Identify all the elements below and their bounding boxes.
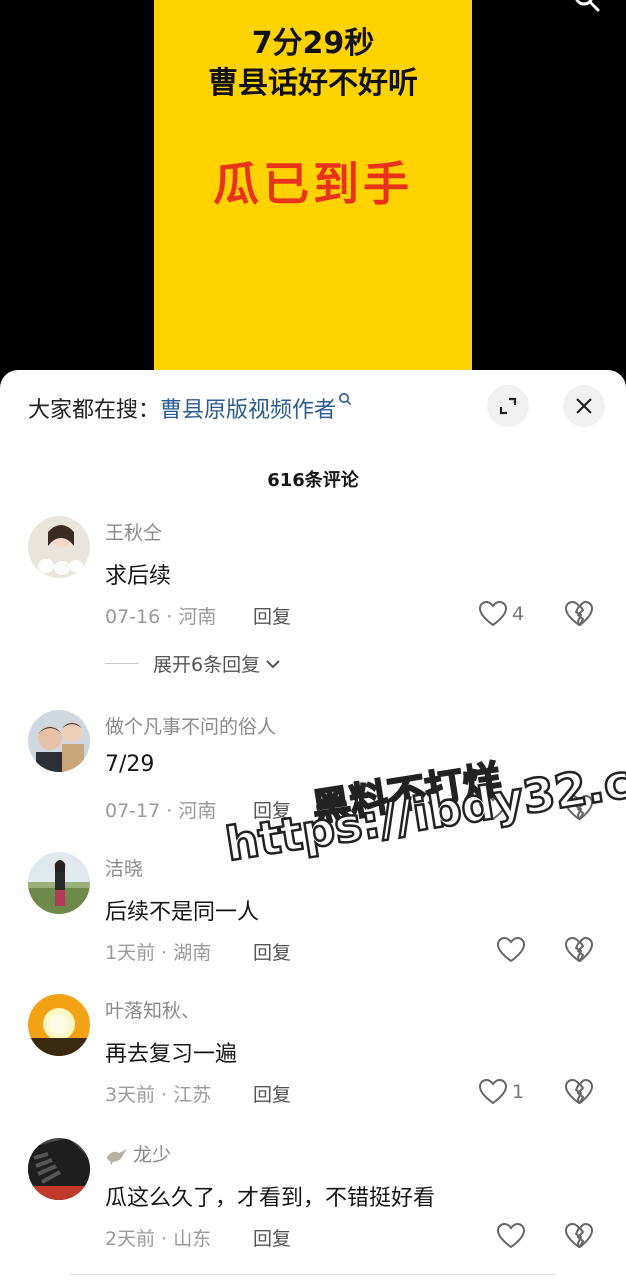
chevron-down-icon	[266, 659, 280, 668]
heart-icon	[496, 936, 526, 963]
hot-search-link[interactable]: 曹县原版视频作者	[160, 398, 336, 423]
heart-icon	[496, 1222, 526, 1249]
username[interactable]: 龙少	[105, 1140, 171, 1167]
comment-item: 做个凡事不问的俗人 7/29 07-17 · 河南 回复	[0, 710, 626, 850]
broken-heart-icon[interactable]	[564, 1222, 594, 1250]
avatar[interactable]	[28, 710, 90, 772]
expand-replies-button[interactable]: 展开6条回复	[105, 650, 282, 677]
comment-item: 王秋仝 求后续 07-16 · 河南 回复 4 展开6条回复	[0, 516, 626, 676]
username[interactable]: 王秋仝	[105, 518, 162, 545]
username-text: 龙少	[133, 1144, 172, 1166]
like-button[interactable]: 4	[478, 600, 524, 628]
like-button[interactable]	[478, 794, 508, 822]
like-button[interactable]: 1	[478, 1078, 524, 1106]
bottom-edge-bar	[70, 1274, 556, 1280]
comment-text: 7/29	[105, 752, 155, 777]
broken-heart-icon[interactable]	[564, 600, 594, 628]
reply-button[interactable]: 回复	[253, 602, 291, 629]
comment-text: 瓜这么久了，才看到，不错挺好看	[105, 1186, 436, 1211]
like-button[interactable]	[496, 936, 526, 964]
divider-line	[105, 663, 139, 664]
like-count: 4	[512, 603, 525, 625]
hot-search-prefix: 大家都在搜：	[28, 398, 161, 423]
comment-text: 后续不是同一人	[105, 900, 260, 925]
comment-item: 叶落知秋、 再去复习一遍 3天前 · 江苏 回复 1	[0, 994, 626, 1134]
expand-icon	[499, 397, 517, 415]
video-caption-title: 曹县话好不好听	[208, 66, 418, 101]
expand-replies-label: 展开6条回复	[153, 654, 261, 676]
comment-meta: 1天前 · 湖南	[105, 942, 212, 964]
broken-heart-icon[interactable]	[564, 936, 594, 964]
hot-search-bar[interactable]: 大家都在搜：曹县原版视频作者	[28, 392, 352, 424]
broken-heart-icon[interactable]	[564, 794, 594, 822]
video-player[interactable]: 7分29秒 曹县话好不好听 瓜已到手	[0, 0, 626, 380]
comment-count: 616条评论	[267, 470, 359, 491]
like-button[interactable]	[496, 1222, 526, 1250]
broken-heart-icon[interactable]	[564, 1078, 594, 1106]
search-icon[interactable]	[574, 0, 600, 12]
bird-badge-icon	[107, 1148, 127, 1165]
avatar[interactable]	[28, 852, 90, 914]
reply-button[interactable]: 回复	[253, 1224, 291, 1251]
heart-icon	[478, 1078, 508, 1105]
comment-item: 龙少 瓜这么久了，才看到，不错挺好看 2天前 · 山东 回复	[0, 1138, 626, 1278]
reply-button[interactable]: 回复	[253, 938, 291, 965]
video-caption-highlight: 瓜已到手	[213, 157, 413, 211]
comment-meta: 07-16 · 河南	[105, 606, 217, 628]
search-icon	[339, 393, 352, 406]
comment-text: 再去复习一遍	[105, 1042, 238, 1067]
comment-meta: 3天前 · 江苏	[105, 1084, 212, 1106]
avatar[interactable]	[28, 516, 90, 578]
comment-text: 求后续	[105, 564, 172, 589]
reply-button[interactable]: 回复	[253, 1080, 291, 1107]
like-count: 1	[512, 1081, 525, 1103]
username[interactable]: 洁晓	[105, 854, 143, 881]
comment-meta: 2天前 · 山东	[105, 1228, 212, 1250]
username[interactable]: 做个凡事不问的俗人	[105, 712, 276, 739]
close-button[interactable]	[563, 385, 605, 427]
username[interactable]: 叶落知秋、	[105, 996, 200, 1023]
comment-item: 洁晓 后续不是同一人 1天前 · 湖南 回复	[0, 852, 626, 992]
avatar[interactable]	[28, 1138, 90, 1200]
video-caption-time: 7分29秒	[251, 26, 375, 61]
comment-meta: 07-17 · 河南	[105, 800, 217, 822]
reply-button[interactable]: 回复	[253, 796, 291, 823]
heart-icon	[478, 794, 508, 821]
close-icon	[576, 398, 592, 414]
expand-button[interactable]	[487, 385, 529, 427]
video-frame: 7分29秒 曹县话好不好听 瓜已到手	[154, 0, 472, 370]
comment-sheet: 大家都在搜：曹县原版视频作者 616条评论 王秋仝 求后续 07-16 · 河南…	[0, 370, 626, 1280]
avatar[interactable]	[28, 994, 90, 1056]
heart-icon	[478, 600, 508, 627]
